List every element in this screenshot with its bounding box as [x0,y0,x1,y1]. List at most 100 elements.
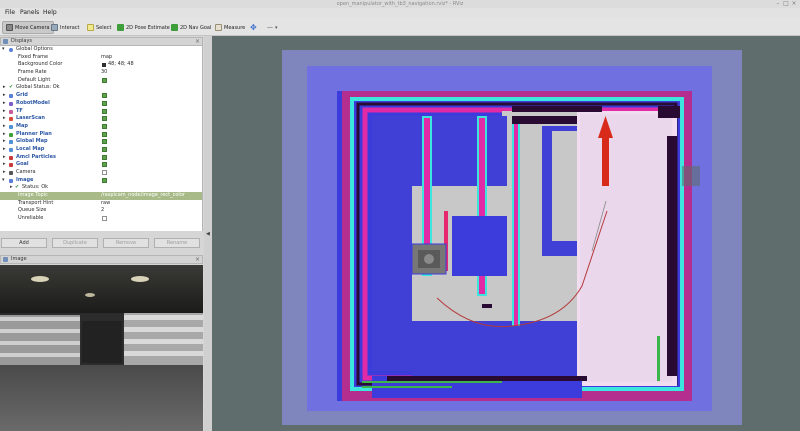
tree-row-map[interactable]: ▸ Map [0,123,202,131]
global-map-checkbox[interactable] [102,139,107,145]
expand-down-icon[interactable]: ▾ [2,46,5,54]
tree-value[interactable]: 48; 48; 48 [108,61,134,69]
image-checkbox[interactable] [102,177,107,183]
tree-label: Image [16,176,34,183]
tf-checkbox[interactable] [102,108,107,114]
tree-value[interactable]: map [101,54,112,62]
default-light-checkbox[interactable] [102,77,107,83]
expand-right-icon[interactable]: ▸ [3,154,6,162]
expand-right-icon[interactable]: ▸ [3,138,6,146]
tree-row-transport-hint[interactable]: Transport Hint raw [0,200,202,208]
tree-row-robotmodel[interactable]: ▸ RobotModel [0,100,202,108]
tree-value[interactable]: 2 [101,207,104,215]
tree-value[interactable]: /raspicam_node/image_rect_color [101,192,185,200]
expand-right-icon[interactable]: ▸ [3,84,6,92]
tree-label: Frame Rate [18,69,47,76]
close-icon[interactable]: × [791,1,797,7]
add-button[interactable]: Add [1,238,47,248]
tree-label: Planner Plan [16,130,52,137]
move-camera-tool[interactable]: Move Camera [2,21,54,34]
menu-bar: File Panels Help [0,8,800,18]
tree-row-global-status[interactable]: ▸ ✔ Global Status: Ok [0,84,202,92]
image-panel-header: Image × [0,255,203,264]
right-panel-splitter[interactable] [794,36,800,431]
nav-goal-icon [171,24,178,31]
grid-checkbox[interactable] [102,93,107,99]
interact-icon [51,24,58,31]
robotmodel-checkbox[interactable] [102,100,107,106]
color-swatch[interactable] [102,63,106,68]
duplicate-button[interactable]: Duplicate [52,238,98,248]
expand-right-icon[interactable]: ▸ [10,184,13,192]
render-view[interactable] [212,36,800,431]
pose-estimate-tool[interactable]: 2D Pose Estimate [114,21,173,34]
minimize-icon[interactable]: – [775,1,781,7]
tree-row-fixed-frame[interactable]: Fixed Frame map [0,54,202,62]
select-icon [87,24,94,31]
nav-goal-tool[interactable]: 2D Nav Goal [168,21,214,34]
expand-right-icon[interactable]: ▸ [3,108,6,116]
expand-right-icon[interactable]: ▸ [3,161,6,169]
map-checkbox[interactable] [102,123,107,129]
tree-row-image-status[interactable]: ▸ ✔ Status: Ok [0,184,202,192]
menu-help[interactable]: Help [43,9,57,17]
select-tool[interactable]: Select [84,21,114,34]
tree-row-global-options[interactable]: ▾ Global Options [0,46,202,54]
tree-row-unreliable[interactable]: Unreliable [0,215,202,223]
interact-label: Interact [60,24,80,31]
measure-tool[interactable]: Measure [212,21,248,34]
tree-row-local-map[interactable]: ▸ Local Map [0,146,202,154]
tree-row-goal[interactable]: ▸ Goal [0,161,202,169]
menu-panels[interactable]: Panels [20,9,39,17]
tree-row-image[interactable]: ▾ Image [0,177,202,185]
expand-right-icon[interactable]: ▸ [3,115,6,123]
expand-right-icon[interactable]: ▸ [3,169,6,177]
tree-row-tf[interactable]: ▸ TF [0,108,202,116]
tree-row-global-map[interactable]: ▸ Global Map [0,138,202,146]
menu-file[interactable]: File [5,9,15,17]
tree-row-default-light[interactable]: Default Light [0,77,202,85]
remove-button[interactable]: Remove [103,238,149,248]
camera-checkbox[interactable] [102,170,107,175]
tree-row-amcl-particles[interactable]: ▸ Amcl Particles [0,154,202,162]
collapse-left-icon[interactable]: ◀ [206,231,210,237]
costmap-render[interactable] [212,36,800,431]
interact-tool[interactable]: Interact [48,21,83,34]
amcl-particles-checkbox[interactable] [102,154,107,160]
tree-row-grid[interactable]: ▸ Grid [0,92,202,100]
close-icon[interactable]: × [195,38,200,45]
tree-row-planner-plan[interactable]: ▸ Planner Plan [0,131,202,139]
tree-label: Global Options [16,46,53,52]
local-map-checkbox[interactable] [102,146,107,152]
window-titlebar: open_manipulator_with_tb3_navigation.rvi… [0,0,800,8]
tree-row-image-topic[interactable]: Image Topic /raspicam_node/image_rect_co… [0,192,202,200]
close-icon[interactable]: × [195,256,200,263]
expand-down-icon[interactable]: ▾ [2,177,5,185]
tree-row-background-color[interactable]: Background Color 48; 48; 48 [0,61,202,69]
crosshair-tool[interactable]: ✥ [247,21,260,34]
expand-right-icon[interactable]: ▸ [3,123,6,131]
expand-right-icon[interactable]: ▸ [3,100,6,108]
tree-value[interactable]: 30 [101,69,107,77]
maximize-icon[interactable]: □ [783,1,789,7]
tree-row-frame-rate[interactable]: Frame Rate 30 [0,69,202,77]
goal-checkbox[interactable] [102,162,107,168]
tree-row-queue-size[interactable]: Queue Size 2 [0,207,202,215]
tree-value[interactable]: raw [101,200,110,208]
tree-row-camera[interactable]: ▸ Camera [0,169,202,177]
map-icon [9,147,13,152]
tool-options-menu[interactable]: — ▾ [264,21,281,34]
laserscan-checkbox[interactable] [102,116,107,122]
rename-button[interactable]: Rename [154,238,200,248]
panel-splitter[interactable]: ◀ [204,36,212,431]
expand-right-icon[interactable]: ▸ [3,131,6,139]
tree-label: TF [16,107,23,114]
unreliable-checkbox[interactable] [102,216,107,222]
tree-row-laserscan[interactable]: ▸ LaserScan [0,115,202,123]
robot-model[interactable] [411,243,447,275]
planner-plan-checkbox[interactable] [102,131,107,137]
window-title: open_manipulator_with_tb3_navigation.rvi… [336,1,464,7]
expand-right-icon[interactable]: ▸ [3,146,6,154]
map-icon [9,124,13,129]
expand-right-icon[interactable]: ▸ [3,92,6,100]
